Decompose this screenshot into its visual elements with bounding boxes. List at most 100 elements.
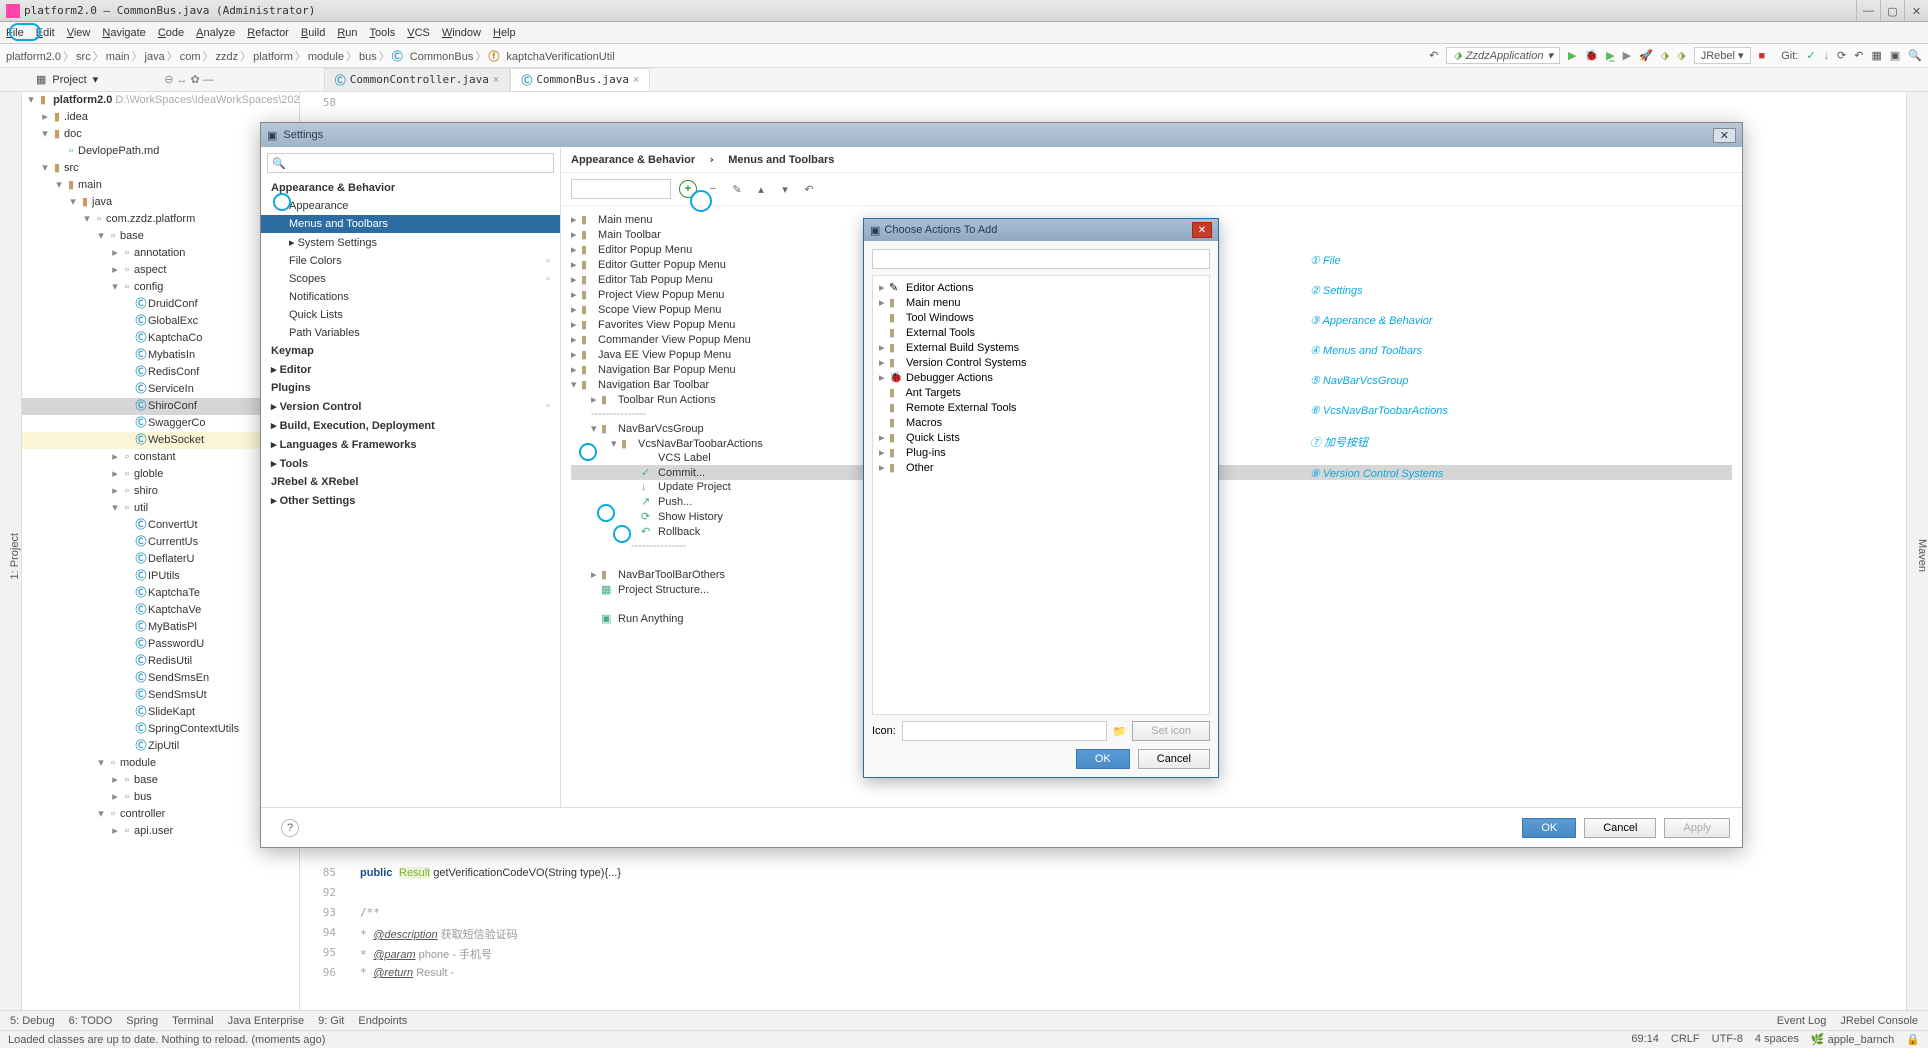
history-icon[interactable]: ⟳ <box>1837 49 1846 62</box>
project-tool-header[interactable]: ▦ Project ▾ ⊖ ↔ ✿ — <box>36 73 214 86</box>
tree-node[interactable]: ⒸShiroConf <box>22 398 299 415</box>
tree-node[interactable]: ▸▫base <box>22 772 299 789</box>
settings-category[interactable]: Notifications <box>261 288 560 306</box>
action-tree-item[interactable]: ▸▮ Main menu <box>877 295 1205 310</box>
help-button[interactable]: ? <box>281 819 299 837</box>
revert-button[interactable]: ↶ <box>801 181 817 197</box>
tree-node[interactable]: ⒸSpringContextUtils <box>22 721 299 738</box>
dialog-title-bar[interactable]: ▣Choose Actions To Add ✕ <box>864 219 1218 241</box>
menu-run[interactable]: Run <box>337 27 357 39</box>
tree-node[interactable]: ⒸMybatisIn <box>22 347 299 364</box>
menu-search[interactable] <box>571 179 671 199</box>
tree-node[interactable]: ▸▫bus <box>22 789 299 806</box>
tree-node[interactable]: ⒸDeflaterU <box>22 551 299 568</box>
tree-node[interactable]: ▾▫util <box>22 500 299 517</box>
action-tree-item[interactable]: ▮ Ant Targets <box>877 385 1205 400</box>
bottom-tab[interactable]: 5: Debug <box>10 1015 55 1027</box>
tree-node[interactable]: ⒸSendSmsUt <box>22 687 299 704</box>
update-icon[interactable]: ↓ <box>1824 50 1830 62</box>
tree-node[interactable]: ⒸSwaggerCo <box>22 415 299 432</box>
move-down-button[interactable]: ▾ <box>777 181 793 197</box>
settings-category[interactable]: Appearance <box>261 197 560 215</box>
settings-category[interactable]: File Colors ▫ <box>261 252 560 270</box>
tree-node[interactable]: ▾▮main <box>22 177 299 194</box>
menu-navigate[interactable]: Navigate <box>102 27 145 39</box>
settings-category[interactable]: Path Variables <box>261 324 560 342</box>
debug-icon[interactable]: 🐞 <box>1584 49 1598 62</box>
search-icon[interactable]: 🔍 <box>1908 49 1922 62</box>
settings-category[interactable]: Quick Lists <box>261 306 560 324</box>
bottom-tab[interactable]: Event Log <box>1777 1015 1827 1027</box>
remove-action-button[interactable]: − <box>705 181 721 197</box>
jrebel-selector[interactable]: JRebel ▾ <box>1694 47 1751 64</box>
indent[interactable]: 4 spaces <box>1755 1033 1799 1046</box>
tool-tab[interactable]: Maven <box>1916 539 1928 572</box>
encoding[interactable]: UTF-8 <box>1712 1033 1743 1046</box>
action-tree-item[interactable]: ▮ Macros <box>877 415 1205 430</box>
caret-position[interactable]: 69:14 <box>1631 1033 1659 1046</box>
bottom-tab[interactable]: 9: Git <box>318 1015 344 1027</box>
tree-node[interactable]: ▾▫base <box>22 228 299 245</box>
git-branch[interactable]: 🌿 apple_barnch <box>1811 1033 1894 1046</box>
settings-category[interactable]: Keymap <box>261 342 560 360</box>
run-icon[interactable]: ▶ <box>1568 49 1576 62</box>
menu-analyze[interactable]: Analyze <box>196 27 235 39</box>
tree-node[interactable]: ⒸRedisConf <box>22 364 299 381</box>
tree-node[interactable]: ⒸConvertUt <box>22 517 299 534</box>
icon-path-input[interactable] <box>902 721 1107 741</box>
jrebel-debug-icon[interactable]: ⬗ <box>1677 49 1685 62</box>
tree-node[interactable]: ▾▫controller <box>22 806 299 823</box>
settings-category[interactable]: Appearance & Behavior <box>261 179 560 197</box>
minimize-button[interactable]: — <box>1856 0 1880 22</box>
structure-icon[interactable]: ▦ <box>1871 49 1881 62</box>
action-tree-item[interactable]: ▸🐞 Debugger Actions <box>877 370 1205 385</box>
tree-node[interactable]: ▸▫globle <box>22 466 299 483</box>
jrebel-run-icon[interactable]: ⬗ <box>1661 49 1669 62</box>
menu-refactor[interactable]: Refactor <box>247 27 289 39</box>
tree-node[interactable]: ⒸCurrentUs <box>22 534 299 551</box>
tree-node[interactable]: ⒸGlobalExc <box>22 313 299 330</box>
add-action-button[interactable]: + <box>679 180 697 198</box>
bottom-tab[interactable]: Java Enterprise <box>228 1015 304 1027</box>
settings-category[interactable]: ▸ Build, Execution, Deployment <box>261 416 560 435</box>
tree-node[interactable]: ⒸWebSocket <box>22 432 299 449</box>
tree-node[interactable]: ▸▫constant <box>22 449 299 466</box>
line-separator[interactable]: CRLF <box>1671 1033 1700 1046</box>
commit-icon[interactable]: ✓ <box>1806 49 1815 62</box>
action-tree-item[interactable]: ▸▮ Other <box>877 460 1205 475</box>
tree-node[interactable]: ⒸServiceIn <box>22 381 299 398</box>
project-tree[interactable]: ▾▮ platform2.0 D:\WorkSpaces\IdeaWorkSpa… <box>22 92 300 1010</box>
close-button[interactable]: ✕ <box>1904 0 1928 22</box>
run-config-selector[interactable]: ⬗ ZzdzApplication ▾ <box>1446 47 1560 64</box>
menu-window[interactable]: Window <box>442 27 481 39</box>
menu-vcs[interactable]: VCS <box>407 27 430 39</box>
rocket-icon[interactable]: 🚀 <box>1639 49 1653 62</box>
tree-node[interactable]: ▾▫com.zzdz.platform <box>22 211 299 228</box>
tree-node[interactable]: ▫DevlopePath.md <box>22 143 299 160</box>
cancel-button[interactable]: Cancel <box>1584 818 1656 838</box>
settings-category[interactable]: ▸ Version Control ▫ <box>261 397 560 416</box>
tree-node[interactable]: ⒸKaptchaCo <box>22 330 299 347</box>
settings-category[interactable]: ▸ System Settings <box>261 233 560 252</box>
lock-icon[interactable]: 🔒 <box>1906 1033 1920 1046</box>
menu-code[interactable]: Code <box>158 27 184 39</box>
tree-node[interactable]: ⒸRedisUtil <box>22 653 299 670</box>
tree-node[interactable]: ⒸZipUtil <box>22 738 299 755</box>
settings-category[interactable]: Scopes ▫ <box>261 270 560 288</box>
settings-categories[interactable]: Appearance & BehaviorAppearanceMenus and… <box>261 179 560 807</box>
menu-tools[interactable]: Tools <box>370 27 396 39</box>
back-icon[interactable]: ↶ <box>1429 49 1438 62</box>
action-tree-item[interactable]: ▸▮ Quick Lists <box>877 430 1205 445</box>
action-tree-item[interactable]: ▮ Tool Windows <box>877 310 1205 325</box>
bottom-tab[interactable]: Endpoints <box>358 1015 407 1027</box>
dialog-close-button[interactable]: ✕ <box>1192 222 1212 238</box>
tree-node[interactable]: ▾▮src <box>22 160 299 177</box>
tree-node[interactable]: ⒸIPUtils <box>22 568 299 585</box>
ok-button[interactable]: OK <box>1076 749 1130 769</box>
tree-node[interactable]: ▸▮.idea <box>22 109 299 126</box>
set-icon-button[interactable]: Set icon <box>1132 721 1210 741</box>
menu-build[interactable]: Build <box>301 27 325 39</box>
menu-view[interactable]: View <box>67 27 91 39</box>
action-search[interactable] <box>872 249 1210 269</box>
settings-category[interactable]: ▸ Other Settings <box>261 491 560 510</box>
